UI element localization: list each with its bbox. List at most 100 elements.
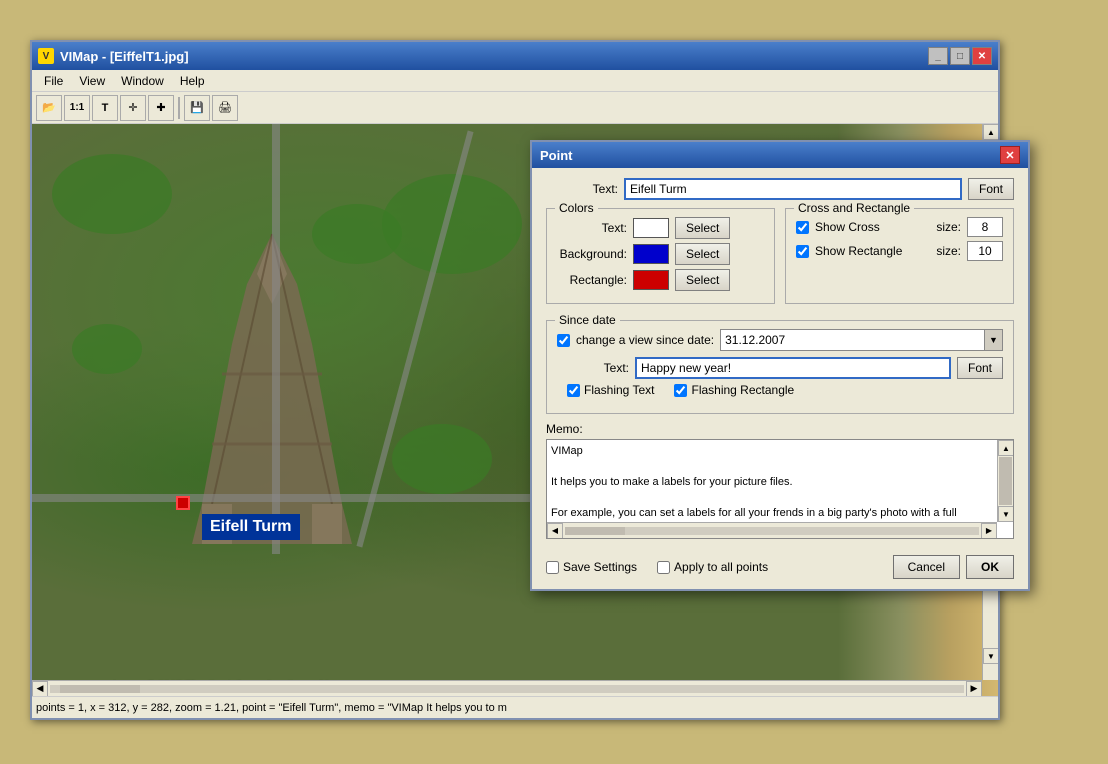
toolbar: 📂 1:1 T ✛ ✚ 💾 🖨 xyxy=(32,92,998,124)
since-checkbox-row: change a view since date: ▼ xyxy=(557,329,1003,351)
scroll-left-arrow[interactable]: ◀ xyxy=(32,681,48,697)
flashing-options-row: Flashing Text Flashing Rectangle xyxy=(557,383,1003,397)
memo-scroll-thumb-v[interactable] xyxy=(999,457,1012,505)
color-rect-swatch[interactable] xyxy=(633,270,669,290)
flashing-text-checkbox[interactable] xyxy=(567,384,580,397)
road-horizontal xyxy=(32,494,572,502)
status-bar: points = 1, x = 312, y = 282, zoom = 1.2… xyxy=(32,696,998,718)
color-bg-label: Background: xyxy=(557,247,627,261)
memo-thumb-indicator xyxy=(565,527,625,535)
rect-size-label: size: xyxy=(936,244,961,258)
color-text-label: Text: xyxy=(557,221,627,235)
maximize-button[interactable]: □ xyxy=(950,47,970,65)
color-rect-label: Rectangle: xyxy=(557,273,627,287)
memo-scroll-down[interactable]: ▼ xyxy=(998,506,1014,522)
apply-all-label: Apply to all points xyxy=(674,560,768,574)
color-bg-swatch[interactable] xyxy=(633,244,669,264)
since-text-input[interactable] xyxy=(635,357,951,379)
colors-group-label: Colors xyxy=(555,201,598,215)
zoom-1-1-button[interactable]: 1:1 xyxy=(64,95,90,121)
save-button[interactable]: 💾 xyxy=(184,95,210,121)
cursor1-button[interactable]: ✛ xyxy=(120,95,146,121)
title-bar: V VIMap - [EiffelT1.jpg] _ □ ✕ xyxy=(32,42,998,70)
scroll-track-h xyxy=(50,685,964,693)
show-cross-checkbox[interactable] xyxy=(796,221,809,234)
ok-button[interactable]: OK xyxy=(966,555,1014,579)
since-checkbox[interactable] xyxy=(557,334,570,347)
cancel-button[interactable]: Cancel xyxy=(893,555,960,579)
map-scrollbar-horizontal[interactable]: ◀ ▶ xyxy=(32,680,982,696)
print-button[interactable]: 🖨 xyxy=(212,95,238,121)
flashing-rect-checkbox[interactable] xyxy=(674,384,687,397)
memo-scrollbar-horizontal[interactable]: ◀ ▶ xyxy=(547,522,997,538)
flashing-text-label: Flashing Text xyxy=(584,383,654,397)
menu-window[interactable]: Window xyxy=(113,72,172,90)
date-input[interactable] xyxy=(721,333,984,347)
show-rect-label: Show Rectangle xyxy=(815,244,930,258)
save-settings-item: Save Settings xyxy=(546,560,637,574)
save-settings-checkbox[interactable] xyxy=(546,561,559,574)
apply-all-item: Apply to all points xyxy=(657,560,768,574)
color-bg-select-button[interactable]: Select xyxy=(675,243,730,265)
open-button[interactable]: 📂 xyxy=(36,95,62,121)
menu-view[interactable]: View xyxy=(71,72,113,90)
cross-size-input[interactable] xyxy=(967,217,1003,237)
memo-scroll-right[interactable]: ▶ xyxy=(981,523,997,539)
cross-group-label: Cross and Rectangle xyxy=(794,201,914,215)
date-dropdown-button[interactable]: ▼ xyxy=(984,330,1002,350)
since-text-row: Text: Font xyxy=(557,357,1003,379)
map-label: Eifell Turm xyxy=(202,514,300,540)
status-text: points = 1, x = 312, y = 282, zoom = 1.2… xyxy=(36,702,507,714)
since-date-group: Since date change a view since date: ▼ T… xyxy=(546,320,1014,414)
dialog-footer: Save Settings Apply to all points Cancel… xyxy=(532,549,1028,589)
menu-help[interactable]: Help xyxy=(172,72,213,90)
app-icon: V xyxy=(38,48,54,64)
color-text-select-button[interactable]: Select xyxy=(675,217,730,239)
scroll-down-arrow[interactable]: ▼ xyxy=(983,648,998,664)
flashing-text-item: Flashing Text xyxy=(567,383,654,397)
memo-scrollbar-vertical[interactable]: ▲ ▼ xyxy=(997,440,1013,522)
text-input[interactable] xyxy=(624,178,962,200)
color-bg-row: Background: Select xyxy=(557,243,764,265)
show-cross-label: Show Cross xyxy=(815,220,930,234)
text-tool-button[interactable]: T xyxy=(92,95,118,121)
text-field-label: Text: xyxy=(546,182,618,196)
text-row: Text: Font xyxy=(546,178,1014,200)
dialog-body: Text: Font Colors Text: Select Backgroun… xyxy=(532,168,1028,549)
rect-size-input[interactable] xyxy=(967,241,1003,261)
memo-scroll-left[interactable]: ◀ xyxy=(547,523,563,539)
cursor2-button[interactable]: ✚ xyxy=(148,95,174,121)
scroll-thumb-h[interactable] xyxy=(60,685,140,693)
memo-scroll-thumb-h[interactable] xyxy=(565,527,979,535)
scroll-up-arrow[interactable]: ▲ xyxy=(983,124,998,140)
toolbar-separator xyxy=(178,97,180,119)
dialog-title-bar: Point ✕ xyxy=(532,142,1028,168)
since-font-button[interactable]: Font xyxy=(957,357,1003,379)
show-rect-checkbox[interactable] xyxy=(796,245,809,258)
menu-bar: File View Window Help xyxy=(32,70,998,92)
font-button[interactable]: Font xyxy=(968,178,1014,200)
close-button[interactable]: ✕ xyxy=(972,47,992,65)
flashing-rect-item: Flashing Rectangle xyxy=(674,383,794,397)
memo-scroll-up[interactable]: ▲ xyxy=(998,440,1014,456)
colors-group: Colors Text: Select Background: Select R… xyxy=(546,208,775,304)
scroll-right-arrow[interactable]: ▶ xyxy=(966,681,982,697)
dialog-title-text: Point xyxy=(540,148,1000,163)
dialog-close-button[interactable]: ✕ xyxy=(1000,146,1020,164)
flashing-rect-label: Flashing Rectangle xyxy=(691,383,794,397)
color-rect-select-button[interactable]: Select xyxy=(675,269,730,291)
cross-size-label: size: xyxy=(936,220,961,234)
dialog-action-buttons: Cancel OK xyxy=(893,555,1014,579)
save-settings-label: Save Settings xyxy=(563,560,637,574)
color-text-swatch[interactable] xyxy=(633,218,669,238)
apply-all-checkbox[interactable] xyxy=(657,561,670,574)
minimize-button[interactable]: _ xyxy=(928,47,948,65)
window-title: VIMap - [EiffelT1.jpg] xyxy=(60,49,928,64)
memo-label: Memo: xyxy=(546,422,1014,436)
memo-container: VIMap It helps you to make a labels for … xyxy=(546,439,1014,539)
since-text-label: Text: xyxy=(557,361,629,375)
map-marker[interactable] xyxy=(176,496,190,510)
menu-file[interactable]: File xyxy=(36,72,71,90)
point-dialog: Point ✕ Text: Font Colors Text: Select B… xyxy=(530,140,1030,591)
groups-container: Colors Text: Select Background: Select R… xyxy=(546,208,1014,312)
